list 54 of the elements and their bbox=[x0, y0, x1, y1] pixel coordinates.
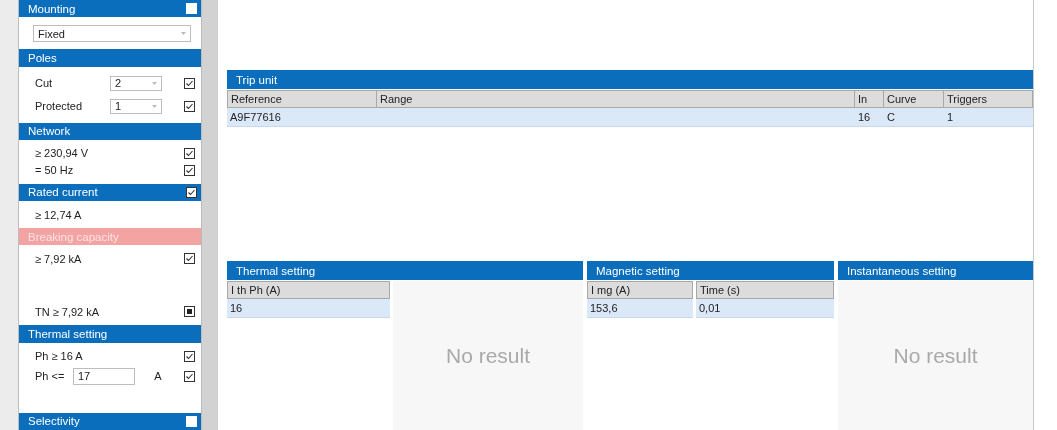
column-header[interactable]: Triggers bbox=[944, 90, 1033, 108]
criterion-text: TN ≥ 7,92 kA bbox=[34, 305, 101, 318]
table-cell: A9F77616 bbox=[227, 108, 377, 127]
dropdown[interactable]: 2 bbox=[110, 75, 162, 91]
table-cell: 153,6 bbox=[587, 299, 693, 318]
panel-header: Thermal setting bbox=[227, 261, 583, 280]
table-cell: 16 bbox=[227, 299, 390, 318]
field-label: Protected bbox=[34, 100, 84, 113]
checkbox[interactable] bbox=[184, 306, 195, 318]
checkbox[interactable] bbox=[186, 187, 197, 198]
column-header[interactable]: Range bbox=[377, 90, 855, 108]
column-header[interactable]: Time (s) bbox=[696, 281, 834, 299]
input-field[interactable]: 17 bbox=[73, 367, 135, 385]
criterion-text: ≥ 7,92 kA bbox=[34, 252, 83, 265]
dropdown[interactable]: 1 bbox=[110, 98, 162, 114]
column-header[interactable]: Reference bbox=[227, 90, 377, 108]
criterion-text: = 50 Hz bbox=[34, 164, 75, 177]
panel-header: Magnetic setting bbox=[587, 261, 834, 280]
checkbox[interactable] bbox=[184, 147, 195, 159]
checkbox[interactable] bbox=[184, 164, 195, 176]
section-title: Selectivity bbox=[28, 415, 80, 428]
criterion-text: Ph ≥ 16 A bbox=[34, 350, 84, 363]
empty-message: No result bbox=[446, 343, 530, 368]
section-title: Breaking capacity bbox=[28, 230, 119, 243]
dropdown-caret-icon bbox=[181, 32, 186, 36]
table-cell: C bbox=[884, 108, 944, 127]
empty-message: No result bbox=[893, 343, 978, 368]
column-header[interactable]: I mg (A) bbox=[587, 281, 693, 299]
table-cell: 16 bbox=[855, 108, 884, 127]
field-label: Cut bbox=[34, 77, 54, 90]
dropdown-caret-icon bbox=[152, 81, 157, 85]
checkbox[interactable] bbox=[184, 100, 195, 112]
dropdown-caret-icon bbox=[152, 104, 157, 108]
checkbox[interactable] bbox=[184, 77, 195, 89]
panel-header: Trip unit bbox=[227, 70, 1033, 89]
section-title: Network bbox=[28, 125, 71, 138]
column-header[interactable]: In bbox=[855, 90, 884, 108]
table-cell: 0,01 bbox=[696, 299, 834, 318]
dropdown[interactable]: Fixed bbox=[33, 25, 191, 43]
section-title: Poles bbox=[28, 51, 57, 64]
criterion-text: ≥ 12,74 A bbox=[34, 208, 83, 221]
column-header[interactable]: I th Ph (A) bbox=[227, 281, 390, 299]
section-title: Rated current bbox=[28, 186, 98, 199]
section-title: Thermal setting bbox=[28, 328, 108, 341]
column-header[interactable]: Curve bbox=[884, 90, 944, 108]
criterion-text: ≥ 230,94 V bbox=[34, 147, 90, 160]
unit-label: A bbox=[153, 370, 163, 383]
table-cell: 1 bbox=[944, 108, 1033, 127]
checkbox[interactable] bbox=[184, 370, 195, 382]
field-label: Ph <= bbox=[34, 370, 66, 383]
panel-header: Instantaneous setting bbox=[838, 261, 1033, 280]
section-title: Mounting bbox=[28, 2, 76, 15]
checkbox[interactable] bbox=[184, 350, 195, 362]
checkbox[interactable] bbox=[184, 253, 195, 265]
